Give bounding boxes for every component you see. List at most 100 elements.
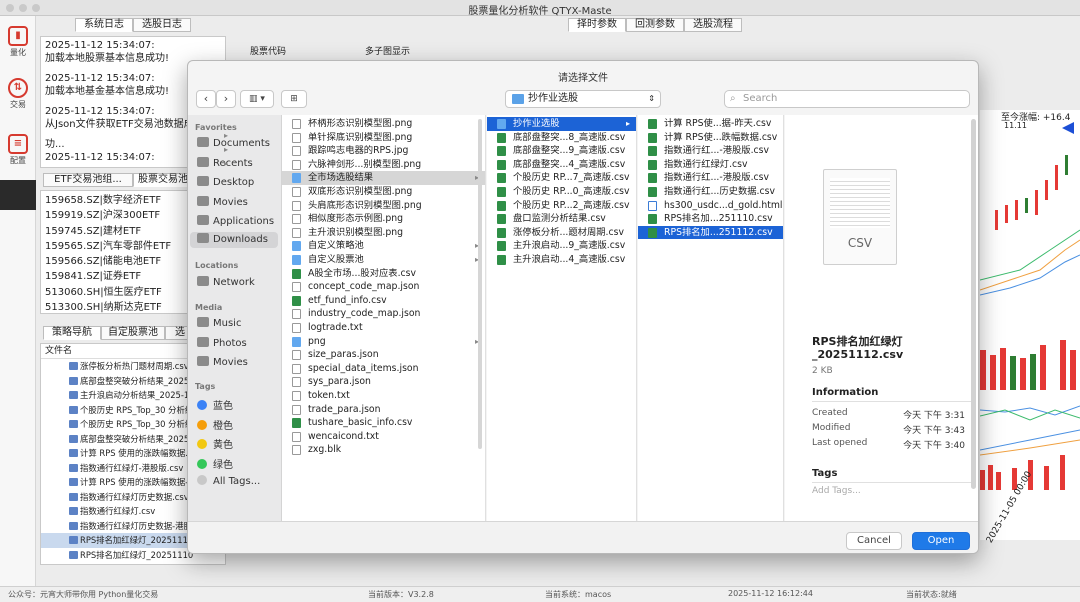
item-name: 计算 RPS使...据-昨天.csv: [664, 118, 772, 129]
file-item[interactable]: 指数通行红...-港股版.csv: [638, 171, 783, 185]
file-item[interactable]: 单针探底识别模型图.png: [282, 131, 485, 145]
tab-backtest-params[interactable]: 回测参数: [626, 18, 684, 32]
tab-stock-pool[interactable]: 股票交易池: [133, 173, 193, 187]
new-folder-button[interactable]: ⊞: [281, 90, 307, 108]
sidebar-item-applications[interactable]: Applications: [197, 215, 274, 227]
sidebar-item-movies[interactable]: Movies: [197, 195, 248, 208]
file-icon: [69, 492, 78, 501]
tab-timing-params[interactable]: 择时参数: [568, 18, 626, 32]
item-name: 相似度形态示例图.png: [308, 213, 404, 225]
toolbar-config-button[interactable]: ≡ 配置: [0, 134, 36, 166]
file-item[interactable]: 个股历史 RP...7_高速版.csv: [487, 171, 636, 185]
file-item[interactable]: RPS排名加...251112.csv: [638, 225, 783, 240]
forward-button[interactable]: ›: [216, 90, 236, 108]
item-name: RPS排名加...251110.csv: [664, 213, 773, 225]
folder-item[interactable]: png ▸: [282, 335, 485, 349]
cancel-button[interactable]: Cancel: [846, 532, 902, 550]
file-item[interactable]: zxg.blk: [282, 443, 485, 457]
sidebar-item-network[interactable]: Network: [197, 276, 255, 288]
file-name: 指数通行红绿灯历史数据.csv: [80, 491, 189, 502]
expand-arrow-icon[interactable]: ▸: [224, 145, 228, 154]
file-item[interactable]: 六脉神剑形...别模型图.png: [282, 158, 485, 172]
file-item[interactable]: 盘口监测分析结果.csv: [487, 212, 636, 226]
folder-item[interactable]: 抄作业选股 ▸: [487, 117, 636, 131]
file-item[interactable]: 杯柄形态识别模型图.png: [282, 117, 485, 131]
sidebar-tag[interactable]: All Tags...: [197, 475, 260, 487]
sidebar-item-photos[interactable]: Photos: [197, 336, 247, 349]
expand-arrow-icon[interactable]: ▸: [224, 159, 228, 168]
file-item[interactable]: 头肩底形态识别模型图.png: [282, 199, 485, 213]
file-item[interactable]: 指数通行红绿灯.csv: [638, 158, 783, 172]
sidebar-item-movies[interactable]: Movies: [197, 356, 248, 368]
file-icon: [69, 362, 78, 370]
file-item[interactable]: 个股历史 RP...0_高速版.csv: [487, 185, 636, 199]
tab-selection-log[interactable]: 选股日志: [133, 18, 191, 32]
file-item[interactable]: 主升浪识别模型图.png: [282, 226, 485, 240]
file-item[interactable]: size_paras.json: [282, 348, 485, 362]
file-item[interactable]: wencaicond.txt: [282, 430, 485, 444]
file-item[interactable]: trade_para.json: [282, 403, 485, 417]
sidebar-item-documents[interactable]: Documents: [197, 137, 270, 149]
sidebar-item-downloads[interactable]: Downloads: [190, 231, 278, 248]
expand-arrow-icon[interactable]: ▸: [224, 131, 228, 140]
modified-value: 今天 下午 3:43: [903, 426, 965, 436]
column-1: 杯柄形态识别模型图.png 单针探底识别模型图.png 跟踪鸣志电器的RPS.jpg…: [282, 115, 486, 521]
sidebar-item-music[interactable]: Music: [197, 317, 241, 329]
file-item[interactable]: 计算 RPS使...据-昨天.csv: [638, 117, 783, 131]
file-item[interactable]: logtrade.txt: [282, 321, 485, 335]
file-item[interactable]: 底部盘整突...4_高速版.csv: [487, 158, 636, 172]
file-item[interactable]: A股全市场...股对应表.csv: [282, 267, 485, 281]
sidebar-tag[interactable]: 黄色: [197, 436, 233, 451]
sidebar-item-desktop[interactable]: Desktop: [197, 176, 254, 188]
folder-item[interactable]: 全市场选股结果 ▸: [282, 171, 485, 185]
search-input[interactable]: ⌕ Search: [724, 90, 970, 108]
file-item[interactable]: concept_code_map.json: [282, 280, 485, 294]
file-item[interactable]: RPS排名加...251110.csv: [638, 212, 783, 226]
file-name: 计算 RPS 使用的涨跌幅数据-: [80, 477, 189, 487]
folder-item[interactable]: 自定义股票池 ▸: [282, 253, 485, 267]
view-mode-button[interactable]: ▥ ▾: [240, 90, 274, 108]
csv-file-icon: CSV: [823, 169, 897, 265]
tab-selection-flow[interactable]: 选股流程: [684, 18, 742, 32]
file-item[interactable]: token.txt: [282, 389, 485, 403]
file-item[interactable]: 计算 RPS使...跌幅数据.csv: [638, 131, 783, 145]
preview-size: 2 KB: [812, 366, 833, 376]
file-item[interactable]: tushare_basic_info.csv: [282, 416, 485, 430]
sidebar-tag[interactable]: 蓝色: [197, 397, 233, 412]
tab-system-log[interactable]: 系统日志: [75, 18, 133, 32]
file-item[interactable]: 涨停板分析...题材周期.csv: [487, 226, 636, 240]
column-1-scrollbar[interactable]: [478, 119, 482, 449]
file-item[interactable]: 主升浪启动...4_高速版.csv: [487, 253, 636, 267]
sidebar-item-label: Downloads: [213, 233, 268, 245]
tab-custom-pool[interactable]: 自定股票池: [101, 326, 165, 340]
toolbar-quant-button[interactable]: ▮ 量化: [0, 26, 36, 58]
back-button[interactable]: ‹: [196, 90, 216, 108]
file-item[interactable]: 指数通行红...历史数据.csv: [638, 185, 783, 199]
folder-item[interactable]: 自定义策略池 ▸: [282, 239, 485, 253]
tab-strategy-nav[interactable]: 策略导航: [43, 326, 101, 340]
file-item[interactable]: sys_para.json: [282, 375, 485, 389]
add-tags-input[interactable]: Add Tags...: [812, 486, 861, 496]
sidebar-item-label: Movies: [213, 357, 248, 368]
file-item[interactable]: 跟踪鸣志电器的RPS.jpg: [282, 144, 485, 158]
open-button[interactable]: Open: [912, 532, 970, 550]
tab-etf-pool[interactable]: ETF交易池组...: [43, 173, 133, 187]
file-item[interactable]: 主升浪启动...9_高速版.csv: [487, 239, 636, 253]
item-name: special_data_items.json: [308, 362, 419, 374]
sidebar-tag[interactable]: 绿色: [197, 456, 233, 471]
file-item[interactable]: 底部盘整突...8_高速版.csv: [487, 131, 636, 145]
file-item[interactable]: 双底形态识别模型图.png: [282, 185, 485, 199]
file-item[interactable]: special_data_items.json: [282, 362, 485, 376]
file-item[interactable]: industry_code_map.json: [282, 307, 485, 321]
file-item[interactable]: hs300_usdc...d_gold.html: [638, 199, 783, 213]
preview-scrollbar[interactable]: [971, 119, 976, 489]
trade-icon: ⇅: [8, 78, 28, 98]
sidebar-tag[interactable]: 橙色: [197, 417, 233, 432]
toolbar-trade-button[interactable]: ⇅ 交易: [0, 78, 36, 110]
file-item[interactable]: 相似度形态示例图.png: [282, 212, 485, 226]
file-item[interactable]: 个股历史 RP...2_高速版.csv: [487, 199, 636, 213]
file-item[interactable]: 底部盘整突...9_高速版.csv: [487, 144, 636, 158]
file-item[interactable]: 指数通行红...-港股版.csv: [638, 144, 783, 158]
path-selector[interactable]: 抄作业选股 ⇕: [505, 90, 661, 108]
file-item[interactable]: etf_fund_info.csv: [282, 294, 485, 308]
